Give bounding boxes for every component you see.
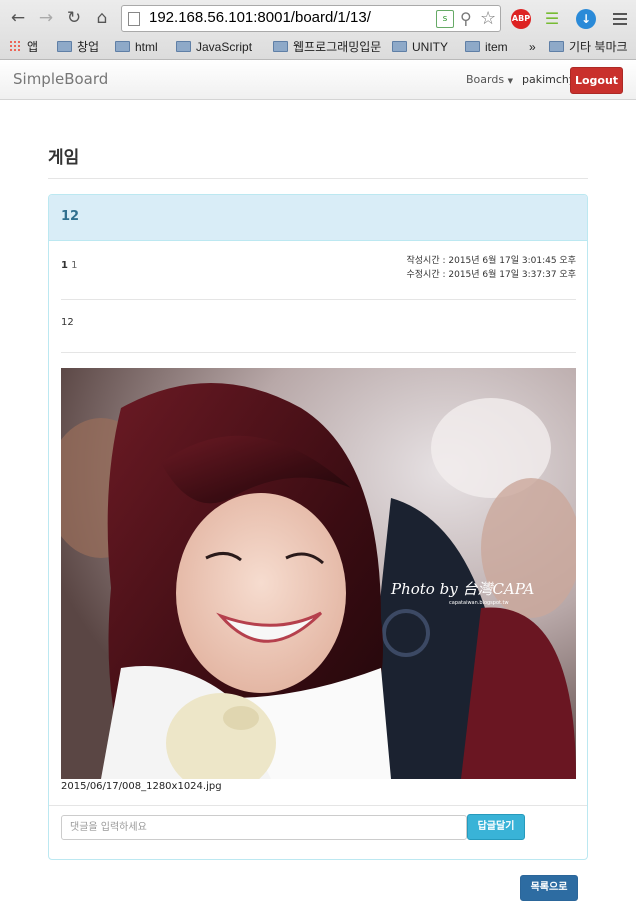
reload-icon[interactable]: ↻ bbox=[63, 7, 85, 29]
brand-link[interactable]: SimpleBoard bbox=[13, 70, 108, 88]
back-icon[interactable]: ← bbox=[7, 7, 29, 29]
address-bar[interactable]: 192.168.56.101:8001/board/1/13/ s ⚲ ☆ bbox=[121, 5, 501, 32]
folder-icon bbox=[465, 41, 480, 52]
attachment-filename[interactable]: 2015/06/17/008_1280x1024.jpg bbox=[61, 781, 222, 792]
folder-icon bbox=[115, 41, 130, 52]
bookmark-folder[interactable]: JavaScript bbox=[176, 38, 252, 56]
divider bbox=[61, 299, 576, 300]
author-name: 1 bbox=[71, 260, 78, 271]
boards-dropdown[interactable]: Boards ▼ bbox=[466, 73, 513, 86]
search-icon[interactable]: ⚲ bbox=[460, 9, 472, 29]
post-body: 12 bbox=[61, 317, 74, 328]
divider bbox=[49, 805, 587, 806]
photo-image: Photo by 台灣CAPA capataiwan.blogspot.tw bbox=[61, 368, 576, 779]
post-timestamps: 작성시간 : 2015년 6월 17일 3:01:45 오후 수정시간 : 20… bbox=[407, 254, 577, 282]
bookmark-star-icon[interactable]: ☆ bbox=[480, 9, 496, 29]
site-navbar: SimpleBoard Boards ▼ pakimchy Logout bbox=[0, 60, 636, 100]
created-time: 작성시간 : 2015년 6월 17일 3:01:45 오후 bbox=[406, 256, 577, 266]
back-to-list-button[interactable]: 목록으로 bbox=[520, 875, 578, 901]
page-icon bbox=[128, 12, 140, 26]
bookmark-folder[interactable]: UNITY bbox=[392, 38, 448, 56]
bookmark-folder[interactable]: 창업 bbox=[57, 38, 99, 56]
bookmarks-bar: 앱 창업 html JavaScript 웹프로그래밍입문 UNITY item… bbox=[0, 36, 636, 58]
logout-button[interactable]: Logout bbox=[570, 67, 623, 94]
attached-photo: Photo by 台灣CAPA capataiwan.blogspot.tw bbox=[61, 368, 576, 779]
browser-toolbar: ← → ↻ ⌂ 192.168.56.101:8001/board/1/13/ … bbox=[0, 0, 636, 60]
divider bbox=[61, 352, 576, 353]
reply-button[interactable]: 답글달기 bbox=[467, 814, 525, 840]
browser-nav-row: ← → ↻ ⌂ 192.168.56.101:8001/board/1/13/ … bbox=[0, 4, 636, 34]
modified-time: 수정시간 : 2015년 6월 17일 3:37:37 오후 bbox=[406, 270, 577, 280]
divider bbox=[48, 178, 588, 179]
username: pakimchy bbox=[522, 73, 576, 86]
adblock-icon[interactable]: ABP bbox=[511, 9, 531, 29]
photo-watermark: Photo by 台灣CAPA bbox=[390, 580, 534, 598]
post-title: 12 bbox=[61, 209, 80, 224]
comment-input[interactable] bbox=[61, 815, 467, 840]
rss-icon[interactable]: s bbox=[436, 10, 454, 28]
bookmark-folder[interactable]: 웹프로그래밍입문 bbox=[273, 38, 381, 56]
post-header: 12 bbox=[49, 195, 587, 241]
boards-label: Boards bbox=[466, 73, 505, 86]
bookmark-folder[interactable]: item bbox=[465, 38, 508, 56]
folder-icon bbox=[273, 41, 288, 52]
bookmarks-overflow-icon[interactable]: » bbox=[529, 38, 536, 56]
bookmark-folder[interactable]: html bbox=[115, 38, 158, 56]
bookmark-folder[interactable]: 기타 북마크 bbox=[549, 38, 628, 56]
browser-menu-icon[interactable] bbox=[613, 13, 627, 28]
extension-icon[interactable]: ☰ bbox=[542, 9, 562, 29]
folder-icon bbox=[549, 41, 564, 52]
folder-icon bbox=[392, 41, 407, 52]
forward-icon[interactable]: → bbox=[35, 7, 57, 29]
home-icon[interactable]: ⌂ bbox=[91, 7, 113, 29]
apps-grid-icon bbox=[9, 40, 21, 52]
post-number: 1 bbox=[61, 260, 68, 271]
post-author: 1 1 bbox=[61, 260, 78, 271]
url-text: 192.168.56.101:8001/board/1/13/ bbox=[149, 9, 371, 26]
folder-icon bbox=[176, 41, 191, 52]
page-title: 게임 bbox=[48, 148, 80, 168]
folder-icon bbox=[57, 41, 72, 52]
bookmark-apps[interactable]: 앱 bbox=[9, 38, 38, 56]
photo-watermark-sub: capataiwan.blogspot.tw bbox=[449, 600, 509, 606]
post-panel: 12 1 1 작성시간 : 2015년 6월 17일 3:01:45 오후 수정… bbox=[48, 194, 588, 860]
caret-down-icon: ▼ bbox=[507, 77, 513, 85]
download-icon[interactable]: ↓ bbox=[576, 9, 596, 29]
